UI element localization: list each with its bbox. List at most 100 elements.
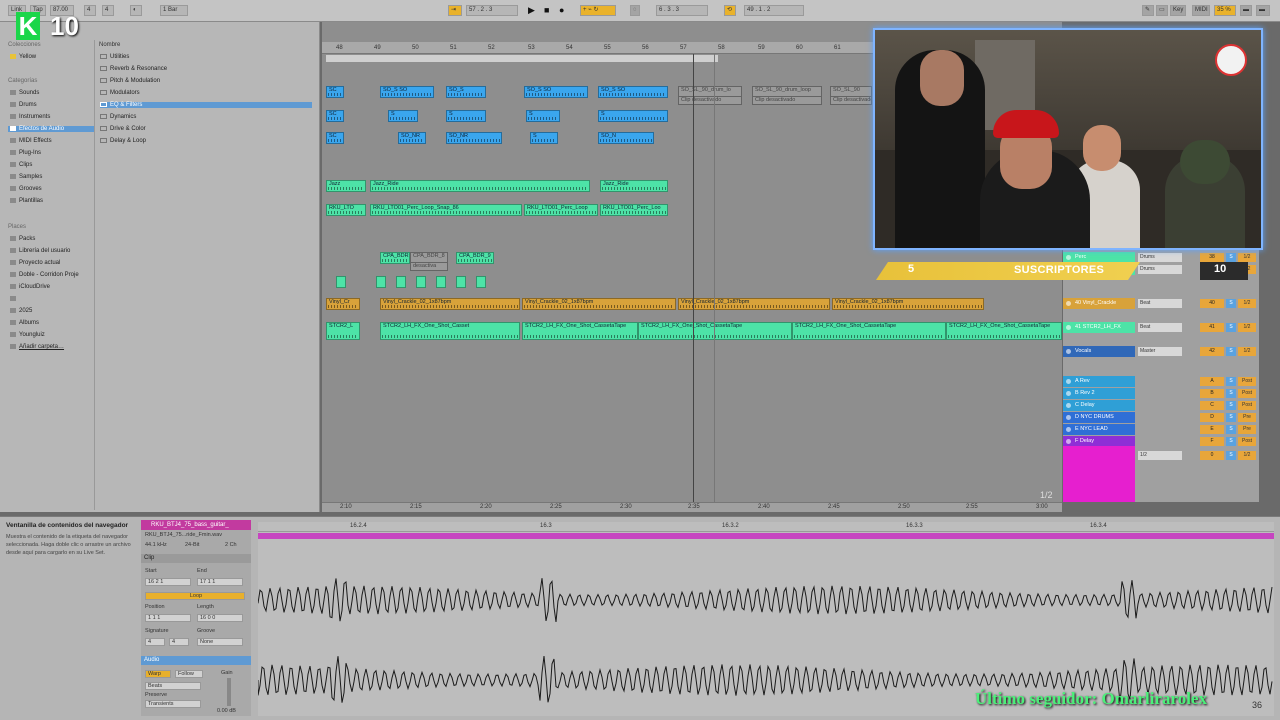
track-name[interactable]: 41 STCR2_LH_FX xyxy=(1063,322,1135,333)
sidebar-item-midi-effects[interactable]: MIDI Effects xyxy=(10,138,52,144)
metronome-icon[interactable]: ◐ xyxy=(130,5,142,16)
length-field[interactable]: 16 0 0 xyxy=(197,614,243,622)
track-name[interactable]: B Rev 2 xyxy=(1063,388,1135,399)
clip-title[interactable]: RKU_BTJ4_75_bass_guitar_ xyxy=(141,520,251,530)
folder-eq-filters[interactable]: EQ & Filters xyxy=(100,102,312,109)
sidebar-item-yellow[interactable]: Yellow xyxy=(10,54,36,60)
clip[interactable] xyxy=(336,276,346,288)
loop-length-field[interactable]: 49 . 1 . 2 xyxy=(744,5,804,16)
add-folder-link[interactable]: Añadir carpeta… xyxy=(10,344,64,350)
track-io-select[interactable]: Drums xyxy=(1138,265,1182,274)
track-activator[interactable]: E xyxy=(1200,425,1224,434)
track-activator[interactable]: D xyxy=(1200,413,1224,422)
mixer-track-row[interactable]: E NYC LEAD E S Pre xyxy=(1063,424,1259,435)
clip[interactable]: STCR2_LH_FX_One_Shot_CassetaTape xyxy=(638,322,792,340)
automation-buttons[interactable]: + ⌁ ↻ xyxy=(580,5,616,16)
track-name[interactable]: C Delay xyxy=(1063,400,1135,411)
solo-button[interactable]: S xyxy=(1226,389,1236,398)
track-activator[interactable]: C xyxy=(1200,401,1224,410)
monitor-button[interactable]: Post xyxy=(1238,377,1256,386)
track-io-select[interactable]: Beat xyxy=(1138,323,1182,332)
sample-ruler[interactable]: 16.2.4 16.3 16.3.2 16.3.3 16.3.4 xyxy=(258,522,1274,532)
sample-loop-bar[interactable] xyxy=(258,533,1274,539)
sidebar-item-grooves[interactable]: Grooves xyxy=(10,186,42,192)
position-field[interactable]: 1 1 1 xyxy=(145,614,191,622)
monitor-button[interactable]: 1/2 xyxy=(1238,323,1256,332)
mixer-track-row[interactable]: D NYC DRUMS D S Pre xyxy=(1063,412,1259,423)
clip[interactable]: RKU_LTO01_Perc_Loop_Snap_86 xyxy=(370,204,522,216)
clip[interactable]: SO_S SO xyxy=(598,86,668,98)
track-name[interactable]: A Rev xyxy=(1063,376,1135,387)
track-name[interactable]: 40 Vinyl_Crackle xyxy=(1063,298,1135,309)
track-activator[interactable]: B xyxy=(1200,389,1224,398)
track-name[interactable]: Vocals xyxy=(1063,346,1135,357)
clip[interactable]: SO_S SO xyxy=(524,86,588,98)
waveform[interactable] xyxy=(258,542,1274,712)
folder-utilities[interactable]: Utilities xyxy=(100,54,129,60)
sidebar-item-clips[interactable]: Clips xyxy=(10,162,32,168)
clip[interactable]: S xyxy=(388,110,418,122)
solo-button[interactable]: S xyxy=(1226,413,1236,422)
mixer-track-row[interactable]: 41 STCR2_LH_FX Beat 41 S 1/2 xyxy=(1063,322,1259,333)
clip[interactable] xyxy=(396,276,406,288)
clip[interactable]: STCR2_L xyxy=(326,322,360,340)
clip[interactable]: S xyxy=(598,110,668,122)
monitor-button[interactable]: 1/2 xyxy=(1238,299,1256,308)
solo-button[interactable]: S xyxy=(1226,253,1236,262)
clip[interactable]: S xyxy=(526,110,560,122)
mixer-track-row[interactable]: C Delay C S Post xyxy=(1063,400,1259,411)
place-user-library[interactable]: Librería del usuario xyxy=(10,248,70,254)
clip[interactable]: STCR2_LH_FX_One_Shot_CassetaTape xyxy=(522,322,638,340)
track-io-select[interactable]: 1/2 xyxy=(1138,451,1182,460)
clip[interactable]: Jazz_Ride xyxy=(370,180,590,192)
place-current-project[interactable]: Proyecto actual xyxy=(10,260,60,266)
clip[interactable] xyxy=(416,276,426,288)
time-ruler[interactable]: 2:10 2:15 2:20 2:25 2:30 2:35 2:40 2:45 … xyxy=(322,502,1062,512)
track-io-select[interactable]: Master xyxy=(1138,347,1182,356)
mixer-track-row[interactable]: 40 Vinyl_Crackle Beat 40 S 1/2 xyxy=(1063,298,1259,309)
stop-icon[interactable]: ■ xyxy=(544,5,549,16)
track-activator[interactable]: A xyxy=(1200,377,1224,386)
sample-editor[interactable]: 16.2.4 16.3 16.3.2 16.3.3 16.3.4 xyxy=(258,522,1274,716)
track-io-select[interactable]: Drums xyxy=(1138,253,1182,262)
track-activator[interactable]: 0 xyxy=(1200,451,1224,460)
loop-button[interactable]: Loop xyxy=(145,592,245,600)
position-field[interactable]: 57 . 2 . 3 xyxy=(466,5,518,16)
track-activator[interactable]: 41 xyxy=(1200,323,1224,332)
key-map-button[interactable]: Key xyxy=(1170,5,1186,16)
warp-mode-select[interactable]: Beats xyxy=(145,682,201,690)
place-icloud[interactable]: iCloudDrive xyxy=(10,284,50,290)
sidebar-item-plugins[interactable]: Plug-Ins xyxy=(10,150,41,156)
clip[interactable]: SO_NR xyxy=(398,132,426,144)
clip[interactable]: STCR2_LH_FX_One_Shot_CassetaTape xyxy=(946,322,1062,340)
follow-button[interactable]: ⇥ xyxy=(448,5,462,16)
clip[interactable]: Vinyl_Crackle_02_1x87bpm xyxy=(832,298,984,310)
sig-den[interactable]: 4 xyxy=(102,5,114,16)
clip[interactable] xyxy=(436,276,446,288)
track-name[interactable]: D NYC DRUMS xyxy=(1063,412,1135,423)
clip[interactable]: Vinyl_Crackle_02_1x87bpm xyxy=(522,298,676,310)
track-activator[interactable]: 38 xyxy=(1200,253,1224,262)
monitor-button[interactable]: 1/2 xyxy=(1238,451,1256,460)
clip[interactable]: S xyxy=(530,132,558,144)
signature-num[interactable]: 4 xyxy=(145,638,165,646)
keyboard-icon[interactable]: ▭ xyxy=(1156,5,1168,16)
place-packs[interactable]: Packs xyxy=(10,236,35,242)
clip[interactable]: RKU_LTO01_Perc_Loo xyxy=(600,204,668,216)
loop-brace[interactable] xyxy=(326,55,718,62)
record-icon[interactable]: ● xyxy=(559,5,564,16)
warp-button[interactable]: Warp xyxy=(145,670,171,678)
place-youngluiz[interactable]: Youngluiz xyxy=(10,332,45,338)
clip[interactable]: RKU_LTO xyxy=(326,204,366,216)
signature-den[interactable]: 4 xyxy=(169,638,189,646)
gain-slider[interactable] xyxy=(227,678,231,706)
clip[interactable]: Vinyl_Crackle_02_1x87bpm xyxy=(380,298,520,310)
monitor-button[interactable]: 1/2 xyxy=(1238,347,1256,356)
track-activator[interactable]: 40 xyxy=(1200,299,1224,308)
monitor-button[interactable]: Post xyxy=(1238,401,1256,410)
draw-mode-icon[interactable]: ✎ xyxy=(1142,5,1154,16)
playhead[interactable] xyxy=(693,54,694,504)
clip[interactable]: SC xyxy=(326,110,344,122)
solo-button[interactable]: S xyxy=(1226,451,1236,460)
mixer-track-row[interactable]: A Rev A S Post xyxy=(1063,376,1259,387)
